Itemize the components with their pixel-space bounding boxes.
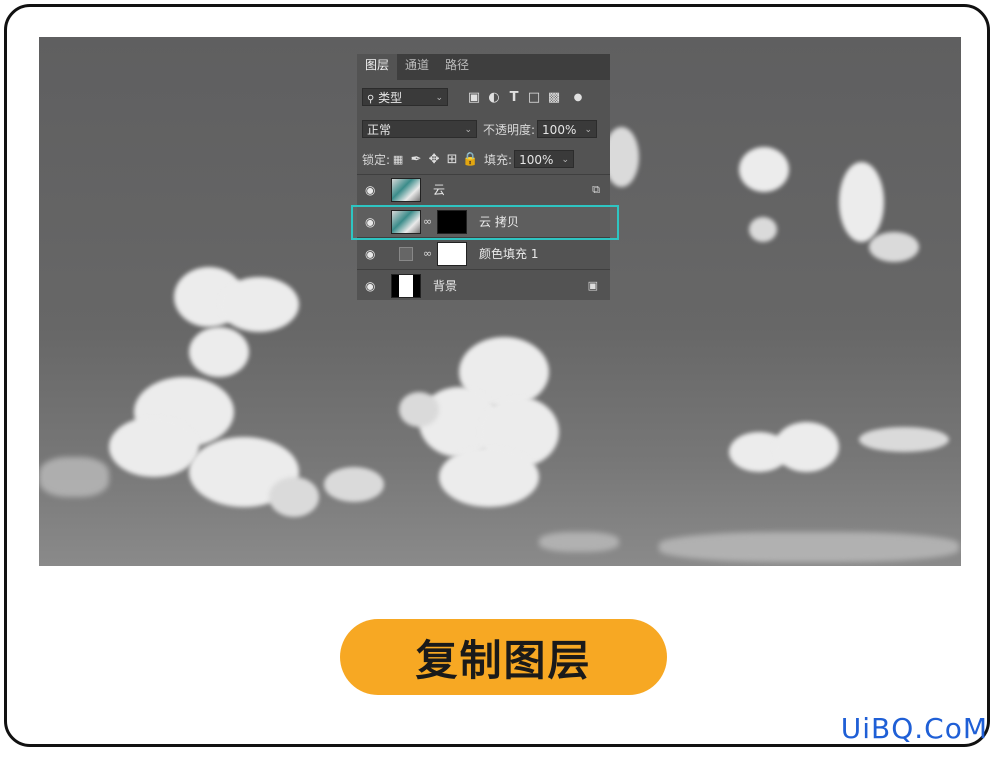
chevron-down-icon: ⌄: [584, 125, 593, 135]
pixel-filter-icon[interactable]: ▣: [466, 89, 482, 105]
layer-name: 云: [433, 183, 446, 197]
smart-object-filter-icon[interactable]: ▩: [546, 89, 562, 105]
filter-toggle-icon[interactable]: ●: [570, 89, 586, 105]
opacity-field[interactable]: 100% ⌄: [537, 120, 598, 138]
smart-object-icon: ⧉: [592, 182, 600, 196]
opacity-label: 不透明度:: [483, 122, 536, 137]
layer-row[interactable]: ◉ ∞ 颜色填充 1: [357, 238, 610, 269]
chevron-down-icon: ⌄: [435, 93, 443, 103]
chevron-down-icon: ⌄: [561, 155, 570, 165]
layer-name: 颜色填充 1: [479, 247, 539, 261]
lock-icon: ▣: [587, 279, 598, 292]
visibility-eye-icon[interactable]: ◉: [365, 279, 379, 293]
shape-filter-icon[interactable]: □: [526, 89, 542, 105]
fill-color-swatch[interactable]: [399, 246, 413, 261]
visibility-eye-icon[interactable]: ◉: [365, 183, 379, 197]
lock-all-icon[interactable]: 🔒: [462, 151, 478, 167]
layers-panel: 图层 通道 路径 ⚲ 类型 ⌄ ▣ ◐ T □ ▩ ● 正常 ⌄ 不透明度: 1…: [357, 54, 610, 300]
search-icon: ⚲: [367, 94, 375, 105]
adjustment-filter-icon[interactable]: ◐: [486, 89, 502, 105]
caption-badge: 复制图层: [340, 619, 667, 695]
tab-channels[interactable]: 通道: [397, 54, 437, 80]
filter-kind-label: 类型: [378, 91, 403, 105]
watermark: UiBQ.CoM: [840, 712, 988, 745]
link-icon: ∞: [423, 247, 433, 260]
fill-value: 100%: [519, 153, 554, 167]
fill-field[interactable]: 100% ⌄: [514, 150, 575, 168]
lock-artboard-icon[interactable]: ⊞: [444, 151, 460, 167]
lock-label: 锁定:: [362, 152, 391, 167]
layer-name: 背景: [433, 279, 458, 293]
selected-layer-highlight: [351, 205, 619, 240]
tab-layers[interactable]: 图层: [357, 54, 398, 80]
layer-thumbnail: [391, 177, 421, 202]
lock-position-icon[interactable]: ✥: [426, 151, 442, 167]
lock-transparency-icon[interactable]: ▦: [390, 151, 406, 167]
chevron-down-icon: ⌄: [464, 125, 472, 135]
blend-mode-select[interactable]: 正常 ⌄: [362, 120, 477, 138]
layer-thumbnail: [391, 273, 421, 298]
filter-kind-select[interactable]: ⚲ 类型 ⌄: [362, 88, 448, 106]
opacity-value: 100%: [542, 123, 577, 137]
layer-mask-thumbnail[interactable]: [437, 241, 467, 266]
fill-label: 填充:: [484, 152, 513, 167]
layer-row[interactable]: ◉ 云 ⧉: [357, 174, 610, 205]
caption-text: 复制图层: [415, 635, 592, 685]
lock-brush-icon[interactable]: ✒: [408, 151, 424, 167]
type-filter-icon[interactable]: T: [506, 89, 522, 105]
visibility-eye-icon[interactable]: ◉: [365, 247, 379, 261]
panel-tabs: 图层 通道 路径: [357, 54, 610, 80]
blend-mode-value: 正常: [367, 123, 392, 137]
tab-paths[interactable]: 路径: [437, 54, 477, 80]
layer-row[interactable]: ◉ 背景 ▣: [357, 270, 610, 301]
